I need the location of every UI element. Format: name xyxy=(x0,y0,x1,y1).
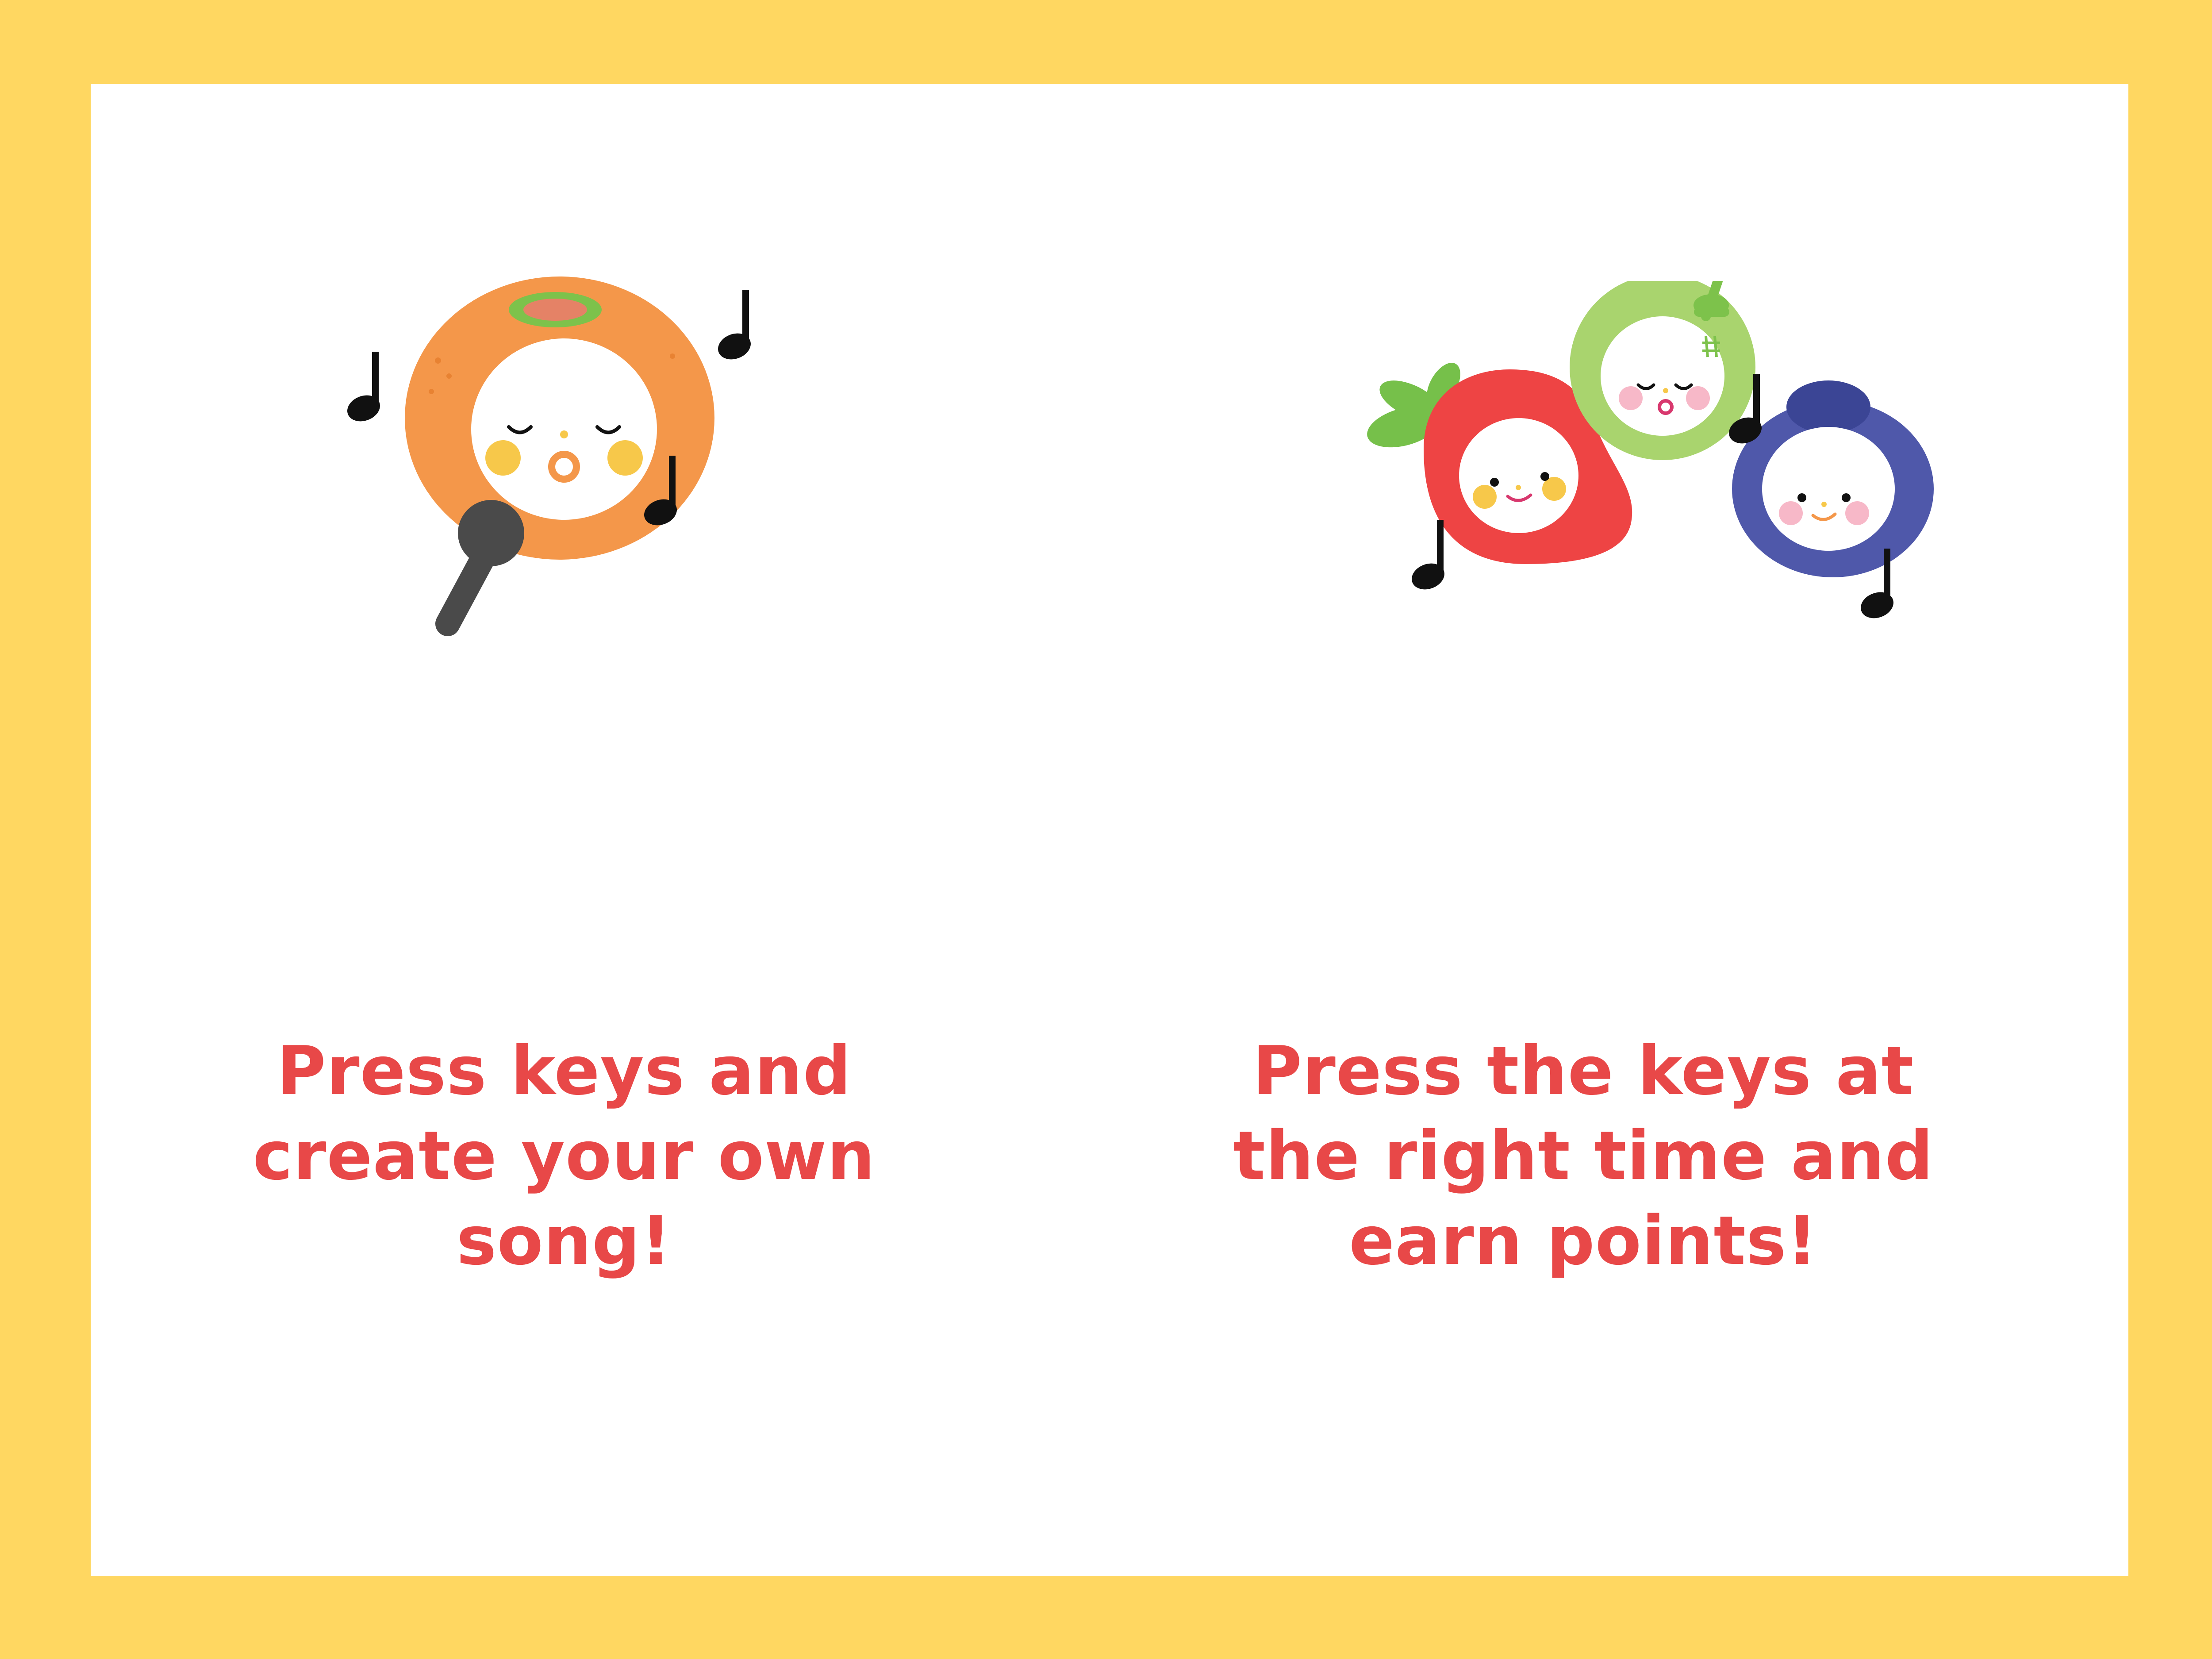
rhythm-mode-option[interactable]: Press the keys at the right time and ear… xyxy=(1110,84,2128,1576)
caption-line: Press the keys at xyxy=(1252,1032,1914,1110)
caption-line: create your own xyxy=(253,1117,876,1195)
singing-orange-icon xyxy=(347,276,751,636)
caption-line: the right time and xyxy=(1233,1117,1934,1195)
mode-select-panel: Press keys and create your own song! Pre… xyxy=(91,84,2128,1576)
fruit-trio-icon xyxy=(1367,281,1934,618)
caption-line: song! xyxy=(456,1202,672,1280)
caption-line: earn points! xyxy=(1349,1202,1818,1280)
caption-line: Press keys and xyxy=(276,1032,852,1110)
rhythm-caption: Press the keys at the right time and ear… xyxy=(1229,1029,1937,1283)
free-play-mode-option[interactable]: Press keys and create your own song! xyxy=(91,84,1110,1576)
free-play-caption: Press keys and create your own song! xyxy=(210,1029,918,1283)
